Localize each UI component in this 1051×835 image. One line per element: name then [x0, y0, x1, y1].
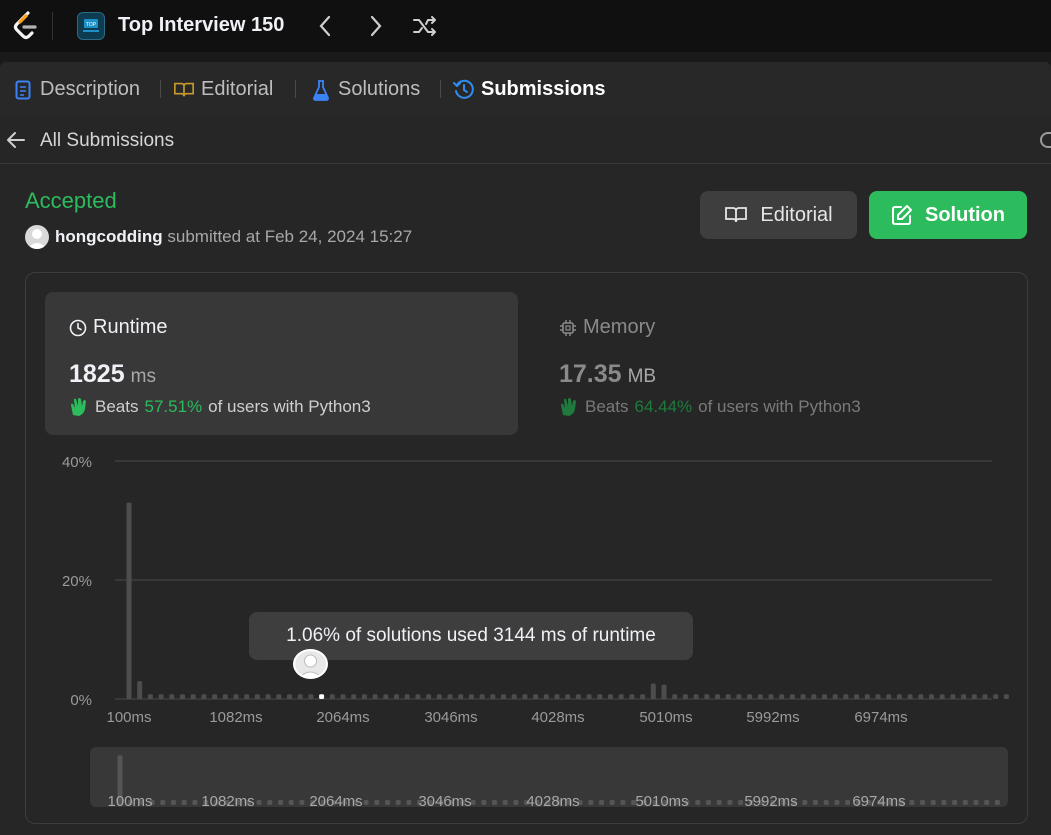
submitted-text: submitted at Feb 24, 2024 15:27 — [167, 227, 413, 246]
tab-editorial-label: Editorial — [201, 78, 274, 100]
chevron-right-icon — [370, 15, 382, 37]
clap-icon — [71, 398, 86, 416]
history-icon — [453, 79, 475, 101]
tab-submissions[interactable]: Submissions — [453, 78, 605, 101]
runtime-beats-suffix: of users with Python3 — [208, 397, 371, 416]
solution-button[interactable]: Solution — [869, 191, 1027, 239]
tab-description-label: Description — [40, 78, 141, 100]
chip-icon — [560, 319, 576, 336]
chevron-left-icon — [319, 15, 331, 37]
submission-panel: All Submissions Accepted hongcodding sub… — [0, 116, 1051, 835]
all-submissions-link[interactable]: All Submissions — [40, 130, 174, 152]
memory-beats-suffix: of users with Python3 — [698, 397, 861, 416]
runtime-title: Runtime — [93, 316, 168, 338]
memory-title: Memory — [583, 316, 656, 338]
runtime-value: 1825 — [69, 360, 125, 388]
performance-card: Runtime 1825 ms Beats 57.51% of users wit… — [25, 272, 1028, 824]
runtime-beats-pct: 57.51% — [144, 397, 203, 416]
memory-unit: MB — [627, 366, 657, 387]
editorial-button-label: Editorial — [760, 203, 833, 226]
clap-icon — [561, 398, 576, 416]
memory-stat[interactable]: Memory 17.35 MB Beats 64.44% of users wit… — [535, 292, 1008, 435]
random-question-button[interactable] — [411, 13, 439, 39]
clock-icon — [69, 319, 87, 336]
study-plan-icon[interactable]: TOP — [77, 12, 105, 40]
status-label: Accepted — [25, 188, 117, 213]
leetcode-logo-icon[interactable] — [12, 11, 40, 41]
svg-text:TOP: TOP — [86, 22, 97, 28]
submission-meta: hongcodding submitted at Feb 24, 2024 15… — [55, 227, 412, 247]
edit-icon — [892, 205, 912, 225]
solution-button-label: Solution — [925, 203, 1005, 226]
tab-editorial[interactable]: Editorial — [173, 78, 273, 101]
tab-solutions-label: Solutions — [338, 78, 421, 100]
study-plan-title[interactable]: Top Interview 150 — [118, 14, 284, 37]
prev-question-button[interactable] — [312, 13, 338, 39]
back-row: All Submissions — [0, 116, 1051, 164]
avatar[interactable] — [25, 225, 49, 249]
top-bar: TOP Top Interview 150 — [0, 0, 1051, 52]
tab-solutions[interactable]: Solutions — [310, 78, 420, 101]
runtime-unit: ms — [130, 366, 156, 387]
chart-range-selector[interactable] — [90, 747, 1008, 807]
share-icon[interactable] — [1040, 132, 1051, 148]
username[interactable]: hongcodding — [55, 227, 163, 246]
runtime-stat[interactable]: Runtime 1825 ms Beats 57.51% of users wit… — [45, 292, 518, 435]
tab-submissions-label: Submissions — [481, 78, 606, 100]
memory-beats-prefix: Beats — [585, 397, 629, 416]
description-icon — [12, 79, 34, 101]
tab-description[interactable]: Description — [12, 78, 140, 101]
book-icon — [173, 79, 195, 101]
book-icon — [725, 207, 748, 223]
editorial-button[interactable]: Editorial — [700, 191, 857, 239]
runtime-beats-prefix: Beats — [95, 397, 139, 416]
memory-beats-pct: 64.44% — [634, 397, 693, 416]
next-question-button[interactable] — [363, 13, 389, 39]
memory-value: 17.35 — [559, 360, 622, 388]
your-submission-marker[interactable] — [293, 649, 328, 679]
shuffle-icon — [413, 16, 436, 36]
flask-icon — [310, 79, 332, 101]
avatar-icon — [299, 654, 322, 677]
arrow-left-icon[interactable] — [6, 130, 26, 150]
